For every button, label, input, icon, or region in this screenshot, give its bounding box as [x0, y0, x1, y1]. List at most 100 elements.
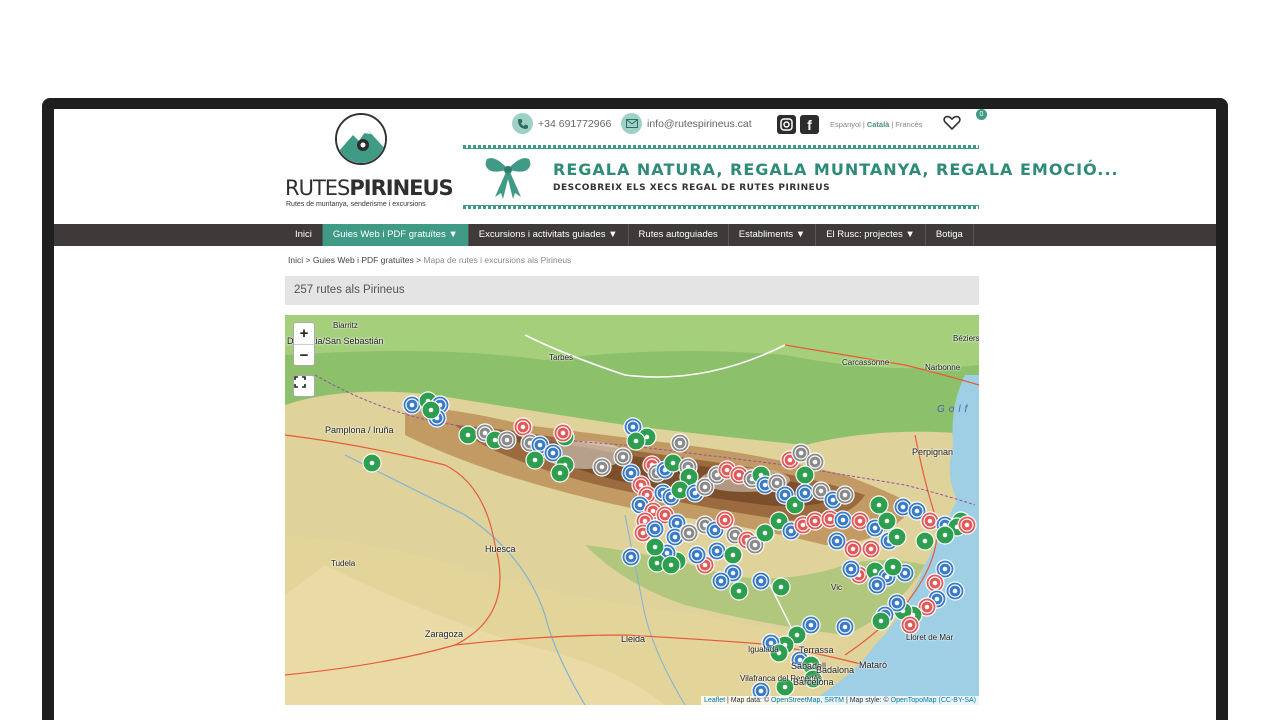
- place-label-perpignan: Perpignan: [912, 447, 954, 457]
- route-marker-red[interactable]: [925, 573, 945, 593]
- attribution-srtm-link[interactable]: SRTM: [824, 697, 844, 704]
- attribution-text: | Map style: ©: [844, 697, 891, 704]
- breadcrumb-section-link[interactable]: Guies Web i PDF gratuïtes: [313, 255, 414, 265]
- route-marker-blue[interactable]: [402, 395, 422, 415]
- route-marker-red[interactable]: [843, 539, 863, 559]
- route-marker-blue[interactable]: [867, 575, 887, 595]
- email-address: info@rutespirineus.cat: [647, 117, 752, 130]
- route-marker-green[interactable]: [887, 527, 907, 547]
- route-marker-blue[interactable]: [835, 617, 855, 637]
- route-marker-gray[interactable]: [613, 447, 633, 467]
- route-marker-blue[interactable]: [833, 510, 853, 530]
- place-label-carcassonne: Carcassonne: [842, 358, 890, 367]
- envelope-icon: [621, 113, 642, 134]
- nav-item-establishments[interactable]: Establiments ▼: [729, 224, 817, 246]
- lang-es[interactable]: Espanyol: [830, 120, 861, 129]
- route-marker-blue[interactable]: [841, 559, 861, 579]
- place-label-pamplona: Pamplona / Iruña: [325, 425, 394, 435]
- breadcrumb-current: Mapa de rutes i excursions als Pirineus: [423, 255, 572, 265]
- route-marker-blue[interactable]: [945, 581, 965, 601]
- banner-headline: REGALA NATURA, REGALA MUNTANYA, REGALA E…: [553, 160, 1119, 179]
- place-label-barcelona: Barcelona: [793, 677, 834, 687]
- email-contact[interactable]: info@rutespirineus.cat: [621, 113, 752, 134]
- route-marker-red[interactable]: [553, 423, 573, 443]
- route-marker-blue[interactable]: [621, 547, 641, 567]
- attribution-osm-link[interactable]: OpenStreetMap: [771, 697, 820, 704]
- site-logo[interactable]: RUTESPIRINEUS Rutes de muntanya, senderi…: [285, 113, 454, 223]
- route-marker-red[interactable]: [513, 417, 533, 437]
- logo-title: RUTESPIRINEUS: [285, 176, 454, 200]
- breadcrumb-separator: >: [413, 255, 424, 265]
- route-marker-red[interactable]: [861, 539, 881, 559]
- route-marker-gray[interactable]: [835, 485, 855, 505]
- map-tiles[interactable]: [285, 315, 979, 705]
- route-marker-green[interactable]: [935, 525, 955, 545]
- place-label-mataro: Mataró: [859, 660, 888, 670]
- route-marker-red[interactable]: [900, 615, 920, 635]
- attribution-opentopomap-link[interactable]: OpenTopoMap: [891, 697, 937, 704]
- route-marker-gray[interactable]: [670, 433, 690, 453]
- main-navigation: Inici Guies Web i PDF gratuïtes ▼ Excurs…: [54, 224, 1216, 246]
- routes-map[interactable]: Biarritz Donostia/San Sebastián Tarbes C…: [285, 315, 979, 705]
- wishlist-heart-icon[interactable]: [943, 115, 963, 135]
- breadcrumb-home-link[interactable]: Inici: [288, 255, 303, 265]
- route-marker-green[interactable]: [362, 453, 382, 473]
- route-marker-green[interactable]: [883, 557, 903, 577]
- route-marker-green[interactable]: [771, 577, 791, 597]
- nav-item-guided-excursions[interactable]: Excursions i activitats guiades ▼: [469, 224, 629, 246]
- route-marker-blue[interactable]: [687, 545, 707, 565]
- results-count-title: 257 rutes als Pirineus: [294, 284, 405, 296]
- route-marker-green[interactable]: [645, 537, 665, 557]
- route-marker-green[interactable]: [723, 545, 743, 565]
- route-marker-green[interactable]: [550, 463, 570, 483]
- mountain-logo-icon: [335, 113, 387, 165]
- route-marker-blue[interactable]: [751, 571, 771, 591]
- route-marker-blue[interactable]: [795, 483, 815, 503]
- place-label-lloret: Lloret de Mar: [906, 633, 954, 642]
- fullscreen-icon[interactable]: [293, 375, 315, 397]
- breadcrumb-separator: >: [303, 255, 313, 265]
- route-marker-blue[interactable]: [645, 519, 665, 539]
- lang-fr[interactable]: Francès: [895, 120, 922, 129]
- attribution-license-link[interactable]: (CC-BY-SA): [939, 697, 976, 704]
- route-marker-green[interactable]: [626, 431, 646, 451]
- route-marker-blue[interactable]: [827, 531, 847, 551]
- phone-contact[interactable]: +34 691772966: [512, 113, 611, 134]
- zoom-out-button[interactable]: −: [294, 344, 314, 365]
- route-marker-blue[interactable]: [707, 541, 727, 561]
- banner-subline: DESCOBREIX ELS XECS REGAL DE RUTES PIRIN…: [553, 183, 831, 193]
- route-marker-blue[interactable]: [711, 571, 731, 591]
- route-marker-green[interactable]: [729, 581, 749, 601]
- banner-line-top: [463, 148, 979, 149]
- instagram-icon[interactable]: [777, 115, 796, 134]
- route-marker-gray[interactable]: [497, 430, 517, 450]
- route-marker-green[interactable]: [877, 511, 897, 531]
- route-marker-red[interactable]: [957, 515, 977, 535]
- gift-voucher-banner[interactable]: REGALA NATURA, REGALA MUNTANYA, REGALA E…: [463, 145, 1118, 209]
- route-marker-green[interactable]: [869, 495, 889, 515]
- lang-ca[interactable]: Català: [867, 120, 890, 129]
- nav-item-free-guides[interactable]: Guies Web i PDF gratuïtes ▼: [322, 224, 469, 246]
- route-marker-gray[interactable]: [679, 523, 699, 543]
- place-label-igualada: Igualada: [748, 645, 779, 654]
- route-marker-green[interactable]: [525, 450, 545, 470]
- attribution-leaflet-link[interactable]: Leaflet: [704, 697, 725, 704]
- route-marker-green[interactable]: [871, 611, 891, 631]
- nav-item-el-rusc-projects[interactable]: El Rusc: projectes ▼: [816, 224, 926, 246]
- nav-item-inici[interactable]: Inici: [285, 224, 323, 246]
- route-marker-green[interactable]: [795, 465, 815, 485]
- breadcrumb: Inici > Guies Web i PDF gratuïtes > Mapa…: [288, 255, 571, 265]
- route-marker-green[interactable]: [661, 555, 681, 575]
- nav-item-shop[interactable]: Botiga: [926, 224, 974, 246]
- route-marker-green[interactable]: [421, 400, 441, 420]
- route-marker-green[interactable]: [458, 425, 478, 445]
- facebook-icon[interactable]: f: [800, 115, 819, 134]
- route-marker-gray[interactable]: [592, 457, 612, 477]
- banner-border-bottom: [463, 206, 979, 209]
- place-label-terrassa: Terrassa: [799, 645, 834, 655]
- wishlist-count-badge: 0: [976, 109, 987, 120]
- nav-item-self-guided-routes[interactable]: Rutes autoguiades: [629, 224, 729, 246]
- device-frame: RUTESPIRINEUS Rutes de muntanya, senderi…: [42, 98, 1228, 720]
- route-marker-green[interactable]: [915, 531, 935, 551]
- zoom-in-button[interactable]: +: [294, 323, 314, 344]
